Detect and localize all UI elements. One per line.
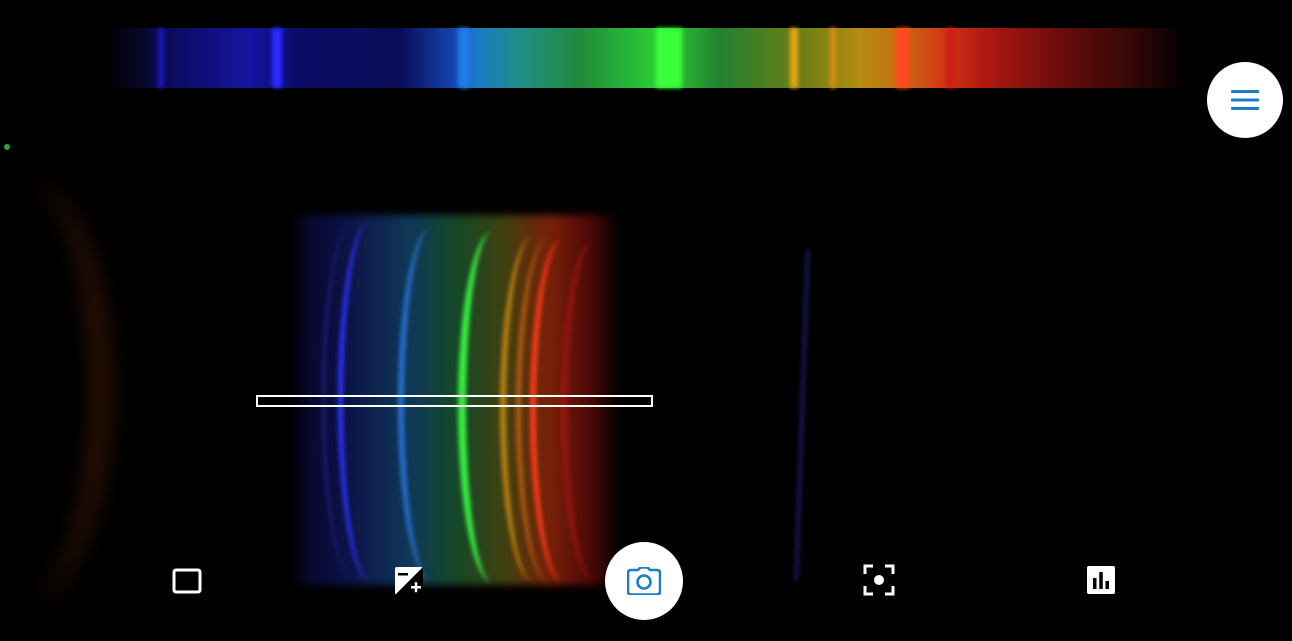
capture-button[interactable] xyxy=(605,542,683,620)
lens-glow xyxy=(0,180,112,600)
focus-button[interactable] xyxy=(859,560,899,600)
cam-line-faint xyxy=(794,250,810,580)
exposure-plus-minus-icon xyxy=(395,567,423,595)
spectrometer-app xyxy=(0,0,1292,641)
status-dot xyxy=(4,144,10,150)
menu-button[interactable] xyxy=(1207,62,1283,138)
sample-region-box[interactable] xyxy=(256,395,653,407)
hamburger-menu-icon xyxy=(1231,90,1259,110)
square-outline-icon xyxy=(172,568,202,594)
camera-icon xyxy=(627,567,661,595)
frame-toggle-button[interactable] xyxy=(167,561,207,601)
chart-button[interactable] xyxy=(1081,560,1121,600)
cam-line-deep-red xyxy=(560,240,628,580)
exposure-button[interactable] xyxy=(389,561,429,601)
bar-chart-icon xyxy=(1087,566,1115,594)
center-focus-icon xyxy=(863,564,895,596)
